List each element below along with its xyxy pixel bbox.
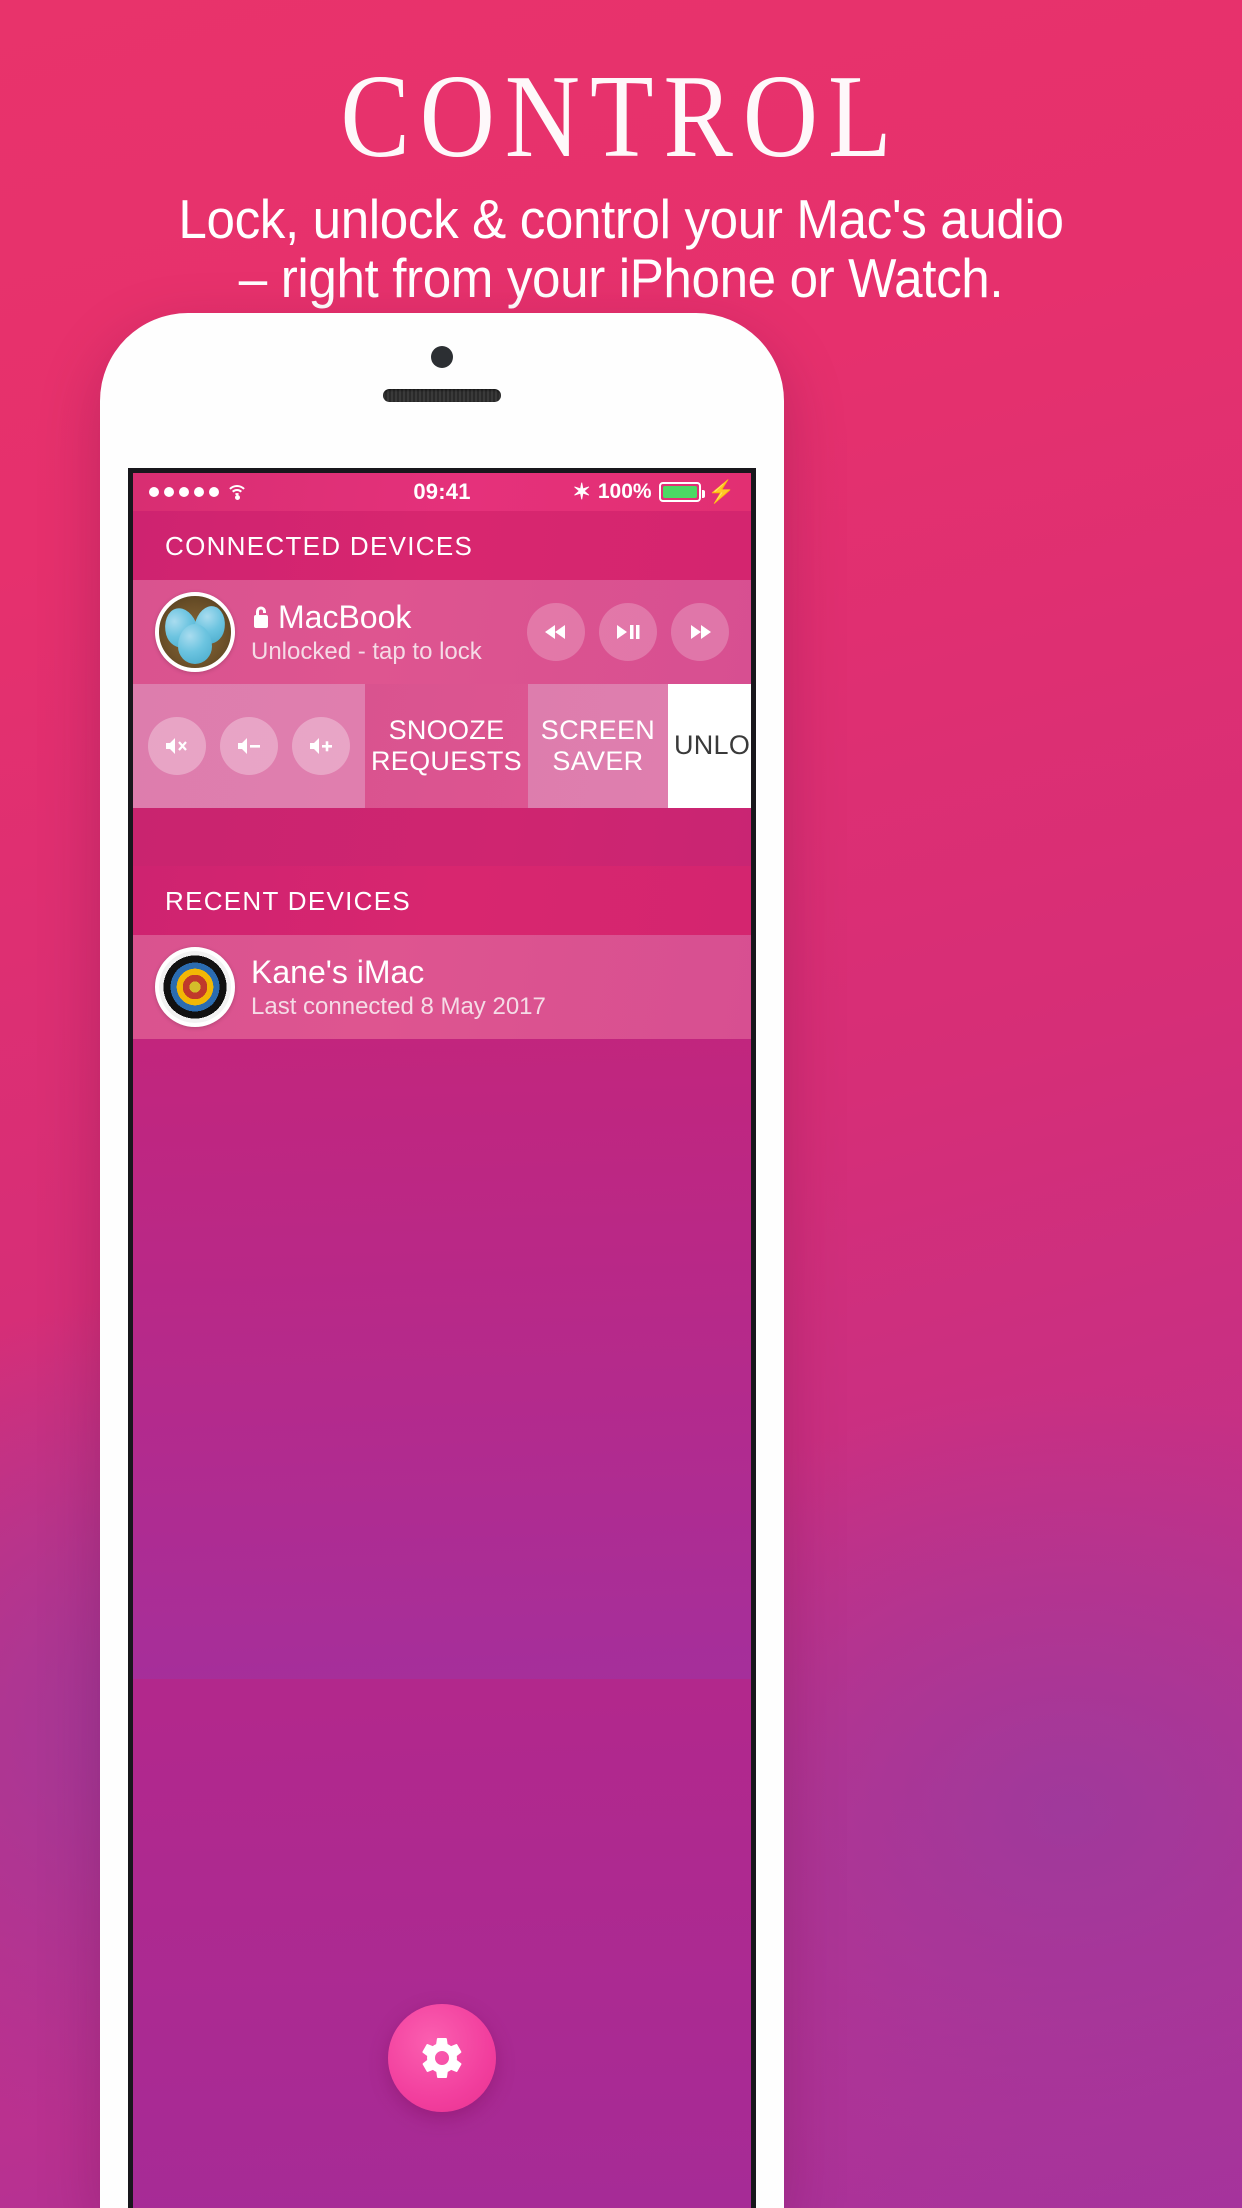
unlock-button[interactable]: UNLOCK <box>667 684 751 808</box>
page-title: CONTROL <box>340 51 902 183</box>
target-dartboard-avatar <box>155 947 235 1027</box>
charging-bolt-icon: ⚡ <box>707 479 735 504</box>
volume-mute-button[interactable] <box>148 717 206 775</box>
section-spacer <box>133 808 751 866</box>
connected-device-name: MacBook <box>278 598 412 635</box>
gear-icon <box>422 2037 462 2078</box>
promo-subtitle-line-1: Lock, unlock & control your Mac's audio <box>178 188 1064 250</box>
promo-subtitle-line-2: – right from your iPhone or Watch. <box>238 247 1004 310</box>
rewind-button[interactable] <box>527 603 585 661</box>
media-controls <box>527 603 729 661</box>
promo-header: CONTROL Lock, unlock & control your Mac'… <box>0 0 1242 309</box>
lock-icon <box>254 606 268 628</box>
recent-device-name-row: Kane's iMac <box>251 954 546 991</box>
earpiece-speaker <box>383 389 501 402</box>
connected-device-name-row: MacBook <box>251 599 482 636</box>
section-header-recent-devices: RECENT DEVICES <box>133 866 751 935</box>
screen-saver-button[interactable]: SCREEN SAVER <box>527 684 668 808</box>
volume-controls <box>133 684 365 808</box>
screensaver-label-line-2: SAVER <box>552 746 644 776</box>
connected-device-status: Unlocked - tap to lock <box>251 637 482 665</box>
unlock-label: UNLOCK <box>673 730 751 761</box>
eggs-in-nest-avatar <box>155 592 235 672</box>
empty-list-area <box>133 1039 751 1679</box>
promo-subtitle: Lock, unlock & control your Mac's audio … <box>43 188 1198 310</box>
connected-device-row[interactable]: MacBook Unlocked - tap to lock <box>133 580 751 684</box>
volume-down-button[interactable] <box>220 717 278 775</box>
recent-device-status: Last connected 8 May 2017 <box>251 992 546 1020</box>
recent-device-text: Kane's iMac Last connected 8 May 2017 <box>251 954 546 1021</box>
snooze-requests-button[interactable]: SNOOZE REQUESTS <box>365 684 528 808</box>
screensaver-label-line-1: SCREEN <box>540 714 656 745</box>
play-pause-button[interactable] <box>599 603 657 661</box>
volume-up-button[interactable] <box>292 717 350 775</box>
action-button-row: SNOOZE REQUESTS SCREEN SAVER UNLOCK <box>133 684 751 808</box>
status-bar-right: ✶ 100% ⚡ <box>572 480 735 504</box>
battery-percent-label: 100% <box>597 480 652 503</box>
section-header-connected-devices: CONNECTED DEVICES <box>133 511 751 580</box>
status-bar: 09:41 ✶ 100% ⚡ <box>133 473 751 511</box>
fast-forward-button[interactable] <box>671 603 729 661</box>
settings-fab-button[interactable] <box>388 2004 496 2112</box>
recent-device-name: Kane's iMac <box>251 953 425 990</box>
snooze-label-line-2: REQUESTS <box>371 746 522 776</box>
phone-screen: 09:41 ✶ 100% ⚡ CONNECTED DEVICES MacBook… <box>128 468 756 2208</box>
connected-device-text: MacBook Unlocked - tap to lock <box>251 599 482 666</box>
snooze-label-line-1: SNOOZE <box>388 714 505 745</box>
battery-icon <box>658 482 705 502</box>
bluetooth-icon: ✶ <box>572 479 591 504</box>
recent-device-row[interactable]: Kane's iMac Last connected 8 May 2017 <box>133 935 751 1039</box>
front-camera-icon <box>431 346 453 368</box>
iphone-mockup: 09:41 ✶ 100% ⚡ CONNECTED DEVICES MacBook… <box>100 313 784 2208</box>
